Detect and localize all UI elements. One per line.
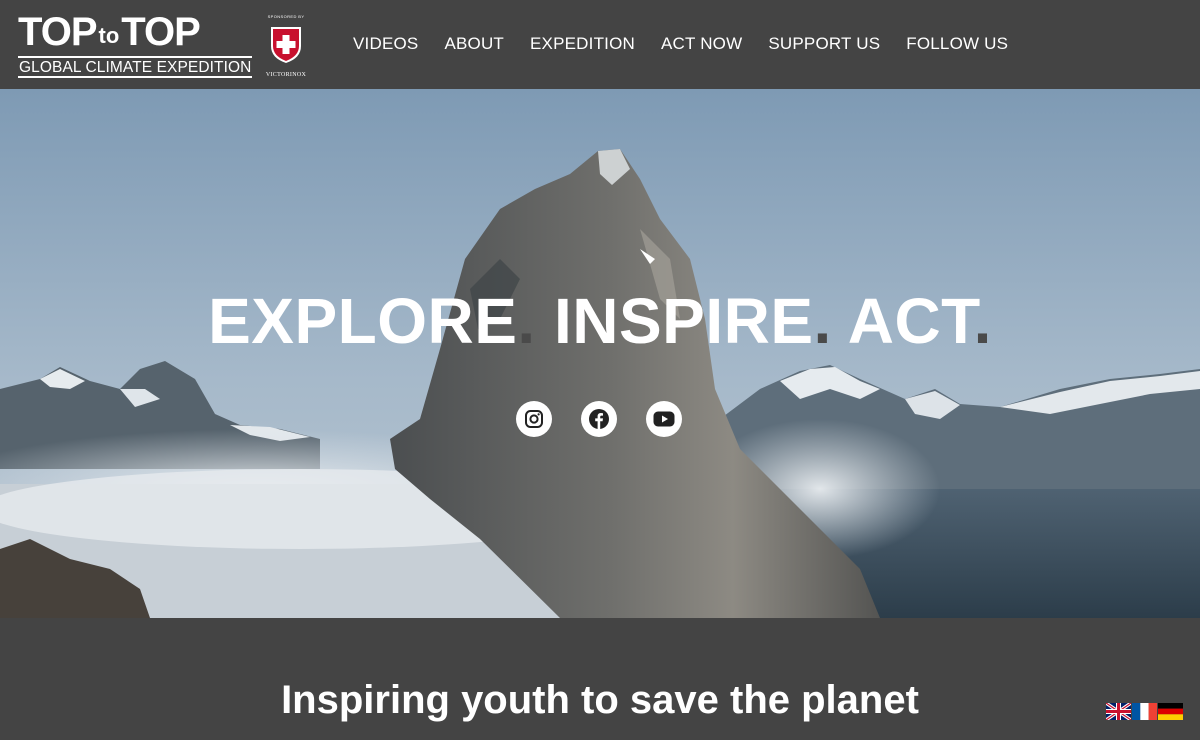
main-nav: VIDEOS ABOUT EXPEDITION ACT NOW SUPPORT … bbox=[340, 32, 1021, 56]
headline-word: ACT bbox=[847, 285, 974, 357]
facebook-icon bbox=[589, 409, 609, 429]
logo-rule bbox=[18, 76, 252, 78]
headline-dot: . bbox=[813, 285, 832, 357]
nav-item-videos[interactable]: VIDEOS bbox=[340, 32, 431, 56]
uk-flag-icon[interactable] bbox=[1106, 703, 1131, 720]
nav-item-expedition[interactable]: EXPEDITION bbox=[517, 32, 648, 56]
social-links bbox=[516, 401, 682, 437]
top-to-top-logo[interactable]: TOPtoTOP GLOBAL CLIMATE EXPEDITION bbox=[18, 12, 254, 78]
sponsor-logo[interactable]: SPONSORED BY VICTORINOX bbox=[263, 14, 309, 78]
instagram-icon bbox=[525, 410, 543, 428]
sponsor-label: SPONSORED BY bbox=[267, 14, 305, 19]
nav-item-support-us[interactable]: SUPPORT US bbox=[755, 32, 893, 56]
logo-wordmark: TOPtoTOP bbox=[18, 10, 201, 54]
germany-flag-icon[interactable] bbox=[1158, 703, 1183, 720]
logo-rule bbox=[18, 56, 252, 58]
site-header: TOPtoTOP GLOBAL CLIMATE EXPEDITION SPONS… bbox=[0, 0, 1200, 89]
facebook-link[interactable] bbox=[581, 401, 617, 437]
sponsor-brand: VICTORINOX bbox=[265, 72, 307, 78]
nav-item-follow-us[interactable]: FOLLOW US bbox=[893, 32, 1021, 56]
logo-subtitle: GLOBAL CLIMATE EXPEDITION bbox=[19, 59, 252, 76]
youtube-icon bbox=[653, 411, 675, 427]
headline-word: INSPIRE bbox=[553, 285, 814, 357]
headline-dot: . bbox=[517, 285, 536, 357]
victorinox-shield-icon bbox=[271, 27, 301, 63]
headline-word: EXPLORE bbox=[208, 285, 518, 357]
language-switcher bbox=[1106, 703, 1183, 720]
headline-dot: . bbox=[973, 285, 992, 357]
youtube-link[interactable] bbox=[646, 401, 682, 437]
instagram-link[interactable] bbox=[516, 401, 552, 437]
section-title: Inspiring youth to save the planet bbox=[281, 678, 919, 722]
hero-headline: EXPLORE. INSPIRE. ACT. bbox=[0, 284, 1200, 358]
nav-item-act-now[interactable]: ACT NOW bbox=[648, 32, 755, 56]
france-flag-icon[interactable] bbox=[1132, 703, 1157, 720]
nav-item-about[interactable]: ABOUT bbox=[431, 32, 517, 56]
intro-section: Inspiring youth to save the planet bbox=[0, 618, 1200, 740]
hero-banner: EXPLORE. INSPIRE. ACT. bbox=[0, 89, 1200, 618]
